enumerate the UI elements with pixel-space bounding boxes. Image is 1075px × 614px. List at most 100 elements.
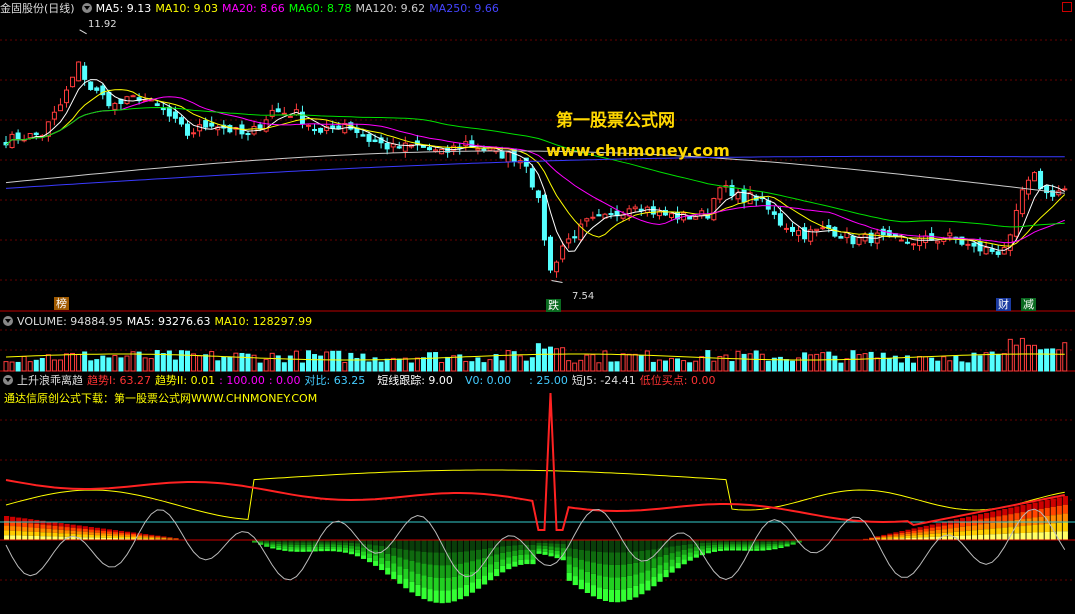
candle-body xyxy=(106,91,112,107)
volume-bar xyxy=(523,360,529,372)
volume-bar xyxy=(790,360,795,372)
heat-band xyxy=(34,523,40,528)
volume-bar xyxy=(154,350,160,372)
volume-bar xyxy=(808,354,814,372)
green-band xyxy=(336,542,342,545)
tag-die[interactable]: 跌 xyxy=(546,299,561,312)
heat-band xyxy=(40,532,46,537)
green-band xyxy=(651,567,657,578)
heat-band xyxy=(22,531,28,536)
heat-band xyxy=(996,534,1002,540)
green-band xyxy=(633,562,639,575)
green-band xyxy=(554,554,560,559)
candle-body xyxy=(203,120,209,128)
green-band xyxy=(330,546,336,550)
heat-band xyxy=(125,536,131,539)
volume-bar xyxy=(826,351,832,372)
green-band xyxy=(475,578,482,589)
stock-title[interactable]: 金固股份(日线) xyxy=(0,2,75,15)
green-band xyxy=(270,541,276,544)
green-band xyxy=(500,552,506,560)
heat-band xyxy=(1020,505,1026,513)
heat-band xyxy=(118,536,125,539)
window-square-icon[interactable] xyxy=(1062,2,1072,12)
green-band xyxy=(439,552,445,566)
candle-body xyxy=(57,104,63,112)
volume-bar xyxy=(862,353,868,372)
high-price-label: 11.92 xyxy=(88,19,117,30)
tag-jian[interactable]: 减 xyxy=(1021,298,1036,311)
green-band xyxy=(518,544,524,550)
volume-bar xyxy=(620,353,626,372)
heat-band xyxy=(893,535,899,537)
heat-band xyxy=(40,528,46,533)
candle-body xyxy=(433,149,439,152)
green-band xyxy=(645,540,651,551)
green-band xyxy=(675,545,681,552)
green-band xyxy=(451,576,457,590)
green-band xyxy=(354,549,361,554)
candle-body xyxy=(1019,189,1025,215)
tag-cai[interactable]: 财 xyxy=(996,298,1011,311)
volume-header: VOLUME: 94884.95 MA5: 93276.63 MA10: 12829… xyxy=(0,314,316,330)
heat-band xyxy=(149,536,155,538)
heat-band xyxy=(953,527,960,532)
candle-body xyxy=(820,227,826,230)
heat-band xyxy=(953,531,960,536)
candle-body xyxy=(82,65,88,80)
green-band xyxy=(500,559,506,566)
volume-bar xyxy=(396,358,402,372)
heat-band xyxy=(893,536,899,539)
green-band xyxy=(560,544,566,549)
volume-bar xyxy=(560,347,566,372)
green-band xyxy=(717,544,724,547)
vol-ma5-label: MA5: 93276.63 xyxy=(126,315,211,328)
heat-band xyxy=(1062,531,1068,540)
green-band xyxy=(760,542,766,545)
heat-band xyxy=(941,529,947,533)
candle-body xyxy=(838,236,844,239)
volume-bar xyxy=(753,350,759,372)
green-band xyxy=(675,556,681,563)
heat-band xyxy=(88,527,94,530)
green-band xyxy=(439,577,445,591)
volume-bar xyxy=(759,353,765,372)
dropdown-icon[interactable] xyxy=(3,375,13,385)
tag-bang[interactable]: 榜 xyxy=(54,297,69,310)
ma250-line xyxy=(5,155,1065,189)
heat-band xyxy=(16,535,22,540)
volume-bar xyxy=(312,354,318,372)
ma120-line xyxy=(5,150,1065,194)
heat-band xyxy=(1014,519,1020,527)
green-band xyxy=(306,542,312,545)
candle-body xyxy=(541,194,547,241)
green-band xyxy=(512,540,518,546)
volume-bar xyxy=(3,361,9,372)
volume-bar xyxy=(802,352,808,372)
candle-body xyxy=(790,226,795,232)
dropdown-icon[interactable] xyxy=(3,316,13,326)
heat-band xyxy=(161,537,167,539)
heat-band xyxy=(959,535,966,540)
green-band xyxy=(778,541,784,544)
volume-bar xyxy=(112,355,118,372)
green-band xyxy=(687,556,693,561)
volume-bar xyxy=(118,357,124,372)
low-price-label: 7.54 xyxy=(572,291,595,302)
green-band xyxy=(639,561,645,573)
heat-band xyxy=(1038,516,1044,525)
heat-band xyxy=(972,535,978,540)
green-band xyxy=(409,571,415,582)
green-band xyxy=(354,553,361,557)
green-band xyxy=(681,559,687,565)
dropdown-icon[interactable] xyxy=(81,3,92,13)
heat-band xyxy=(58,536,64,540)
green-band xyxy=(306,547,312,550)
stock-chart[interactable] xyxy=(0,0,1075,614)
volume-bar xyxy=(172,359,178,372)
indicator-header: 上升浪乖离趋 趋势I: 63.27 趋势II: 0.01: 100.00: 0.00… xyxy=(0,373,719,389)
green-band xyxy=(566,556,572,565)
volume-bar xyxy=(64,353,69,372)
candle-body xyxy=(783,227,789,230)
heat-band xyxy=(972,520,978,526)
